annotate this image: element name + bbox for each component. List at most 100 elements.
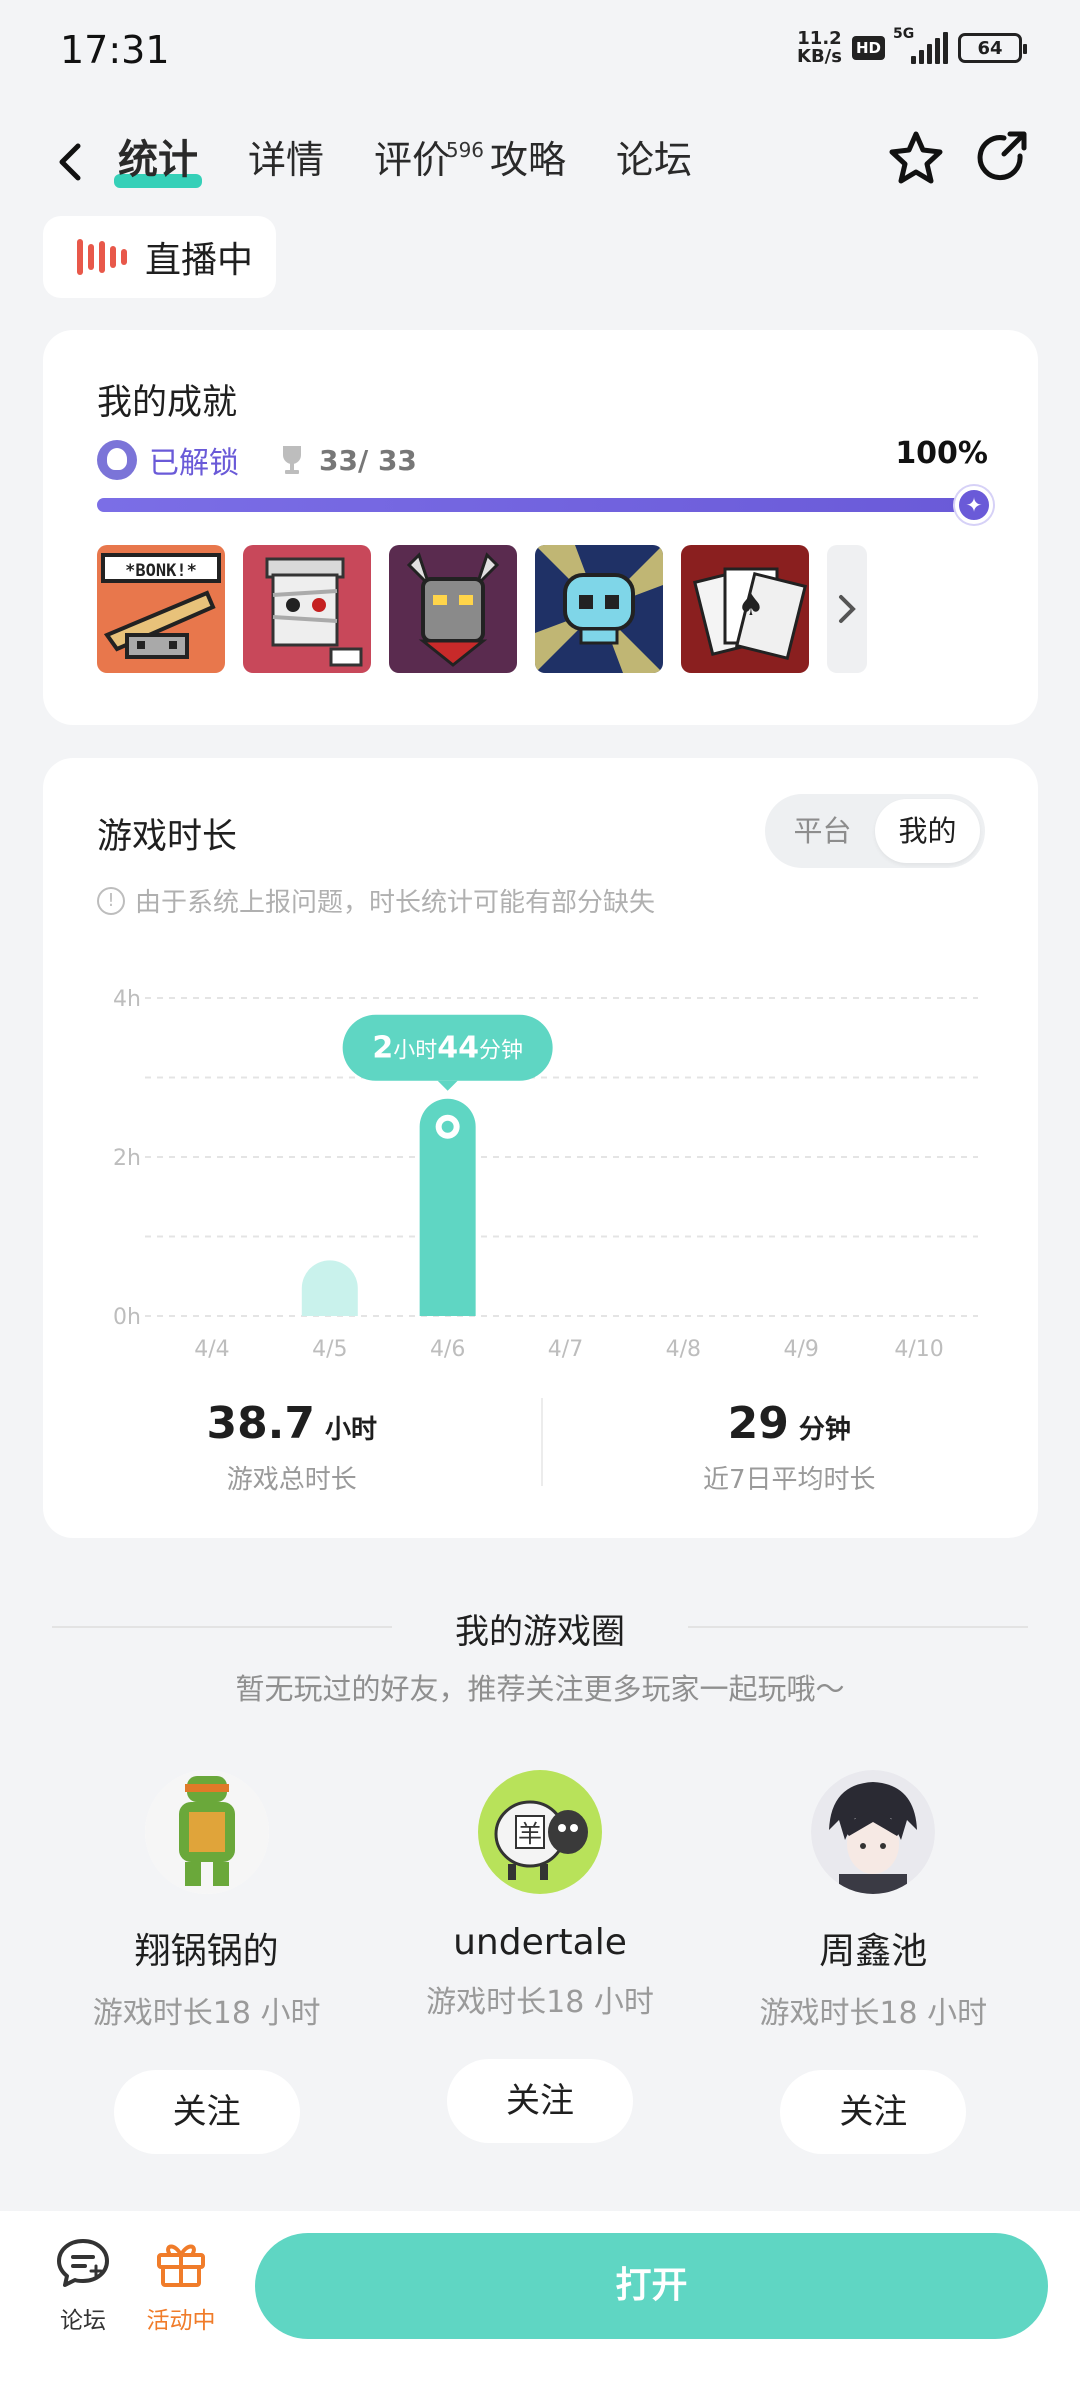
avatar[interactable]: [811, 1770, 936, 1894]
friend-playtime: 游戏时长18 小时: [92, 1996, 321, 2031]
y-tick-label: 0h: [113, 1305, 141, 1330]
chevron-left-icon: [59, 143, 81, 181]
tab-bar: 统计 详情 评价 596 攻略 论坛: [114, 130, 742, 190]
tab-details[interactable]: 详情: [248, 130, 324, 190]
follow-button[interactable]: 关注: [113, 2070, 300, 2154]
svg-text:*BONK!*: *BONK!*: [125, 561, 197, 581]
share-icon: [977, 131, 1027, 181]
avatar[interactable]: 羊: [477, 1770, 602, 1894]
total-playtime-unit: 小时: [325, 1415, 378, 1445]
tab-forum[interactable]: 论坛: [616, 130, 692, 190]
playtime-card: 游戏时长 平台 我的 ! 由于系统上报问题，时长统计可能有部分缺失 0h 2h 4h…: [43, 758, 1038, 1538]
average-playtime: 29 分钟 近7日平均时长: [540, 1398, 1039, 1508]
y-tick-label: 4h: [113, 987, 141, 1012]
follow-button[interactable]: 关注: [780, 2070, 967, 2154]
game-circle-header: 我的游戏圈: [52, 1600, 1028, 1660]
tab-stats[interactable]: 统计: [114, 130, 202, 190]
bonk-badge[interactable]: *BONK!*: [97, 545, 225, 673]
follow-button[interactable]: 关注: [446, 2059, 633, 2143]
ghost-avatar-icon: [97, 440, 137, 480]
forum-shortcut[interactable]: 论坛: [38, 2237, 128, 2335]
bar-tooltip-pointer: [437, 1080, 458, 1091]
toggle-platform[interactable]: 平台: [770, 799, 875, 863]
demon-badge[interactable]: [389, 545, 517, 673]
forum-shortcut-label: 论坛: [60, 2308, 106, 2334]
x-tick-label: 4/7: [548, 1337, 583, 1358]
friend-list: 翔锅锅的 游戏时长18 小时 关注 羊 undertale 游戏时长18 小时 …: [0, 1770, 1080, 2154]
game-circle-subtitle: 暂无玩过的好友，推荐关注更多玩家一起玩哦～: [235, 1672, 845, 1706]
divider: [688, 1626, 1028, 1628]
gift-icon: [157, 2244, 205, 2287]
trophy-icon: [283, 446, 301, 474]
bottom-action-bar: 论坛 活动中 打开: [0, 2211, 1080, 2401]
friend-name: 周鑫池: [819, 1931, 928, 1972]
y-tick-label: 2h: [113, 1146, 141, 1171]
tab-guides[interactable]: 攻略: [490, 130, 566, 190]
bar-marker-dot: [441, 1120, 454, 1133]
svg-text:♠: ♠: [738, 588, 765, 623]
activity-shortcut-label: 活动中: [146, 2308, 216, 2334]
status-bar: 17:31 11.2 KB/s HD 5G 64: [0, 0, 1080, 100]
achievements-meta: 已解锁 33/ 33: [97, 438, 417, 482]
x-tick-label: 4/10: [894, 1337, 943, 1358]
x-tick-label: 4/8: [666, 1337, 701, 1358]
average-playtime-value: 29: [727, 1398, 789, 1449]
star-icon: [889, 131, 943, 184]
review-count-badge: 596: [445, 138, 485, 162]
average-playtime-label: 近7日平均时长: [702, 1465, 876, 1495]
x-tick-label: 4/6: [430, 1337, 465, 1358]
favorite-button[interactable]: [884, 126, 948, 190]
friend-card: 羊 undertale 游戏时长18 小时 关注: [390, 1770, 690, 2154]
friend-card: 周鑫池 游戏时长18 小时 关注: [723, 1770, 1023, 2154]
net-speed: 11.2 KB/s: [797, 28, 842, 67]
tab-reviews[interactable]: 评价 596: [374, 130, 484, 190]
average-playtime-unit: 分钟: [798, 1415, 851, 1445]
sparkle-icon: ✦: [955, 486, 993, 524]
more-badges-button[interactable]: [827, 545, 867, 673]
skull-badge[interactable]: [535, 545, 663, 673]
total-playtime: 38.7 小时 游戏总时长: [43, 1398, 541, 1508]
avatar[interactable]: [144, 1770, 269, 1894]
back-button[interactable]: [50, 132, 100, 192]
playtime-toggle: 平台 我的: [765, 794, 985, 868]
x-tick-label: 4/5: [312, 1337, 347, 1358]
playtime-chart: 0h2h4h4/4 4/52小时44分钟4/6 4/7 4/8 4/9 4/10: [113, 987, 978, 1358]
signal-icon: 5G: [893, 26, 948, 64]
chat-bubble-icon: [57, 2239, 109, 2287]
achievements-card: 我的成就 已解锁 33/ 33 100% ✦ *BONK!* ♠: [43, 330, 1038, 725]
mummy-badge[interactable]: [243, 545, 371, 673]
total-playtime-label: 游戏总时长: [226, 1465, 357, 1495]
game-circle-title: 我的游戏圈: [455, 1612, 625, 1652]
friend-playtime: 游戏时长18 小时: [426, 1985, 654, 2020]
playtime-title: 游戏时长: [97, 817, 238, 857]
friend-playtime: 游戏时长18 小时: [759, 1996, 988, 2031]
top-nav: 统计 详情 评价 596 攻略 论坛: [0, 110, 1080, 210]
achievement-progress-fill: [97, 498, 979, 512]
bar-4-5: [301, 1260, 358, 1316]
achievement-percent: 100%: [895, 436, 988, 471]
status-icons: 11.2 KB/s HD 5G 64: [797, 26, 1027, 67]
achievement-count: 33/ 33: [319, 443, 417, 477]
achievement-badges: *BONK!* ♠: [97, 545, 867, 673]
achievement-progress-bar: ✦: [97, 486, 993, 524]
total-playtime-value: 38.7: [206, 1398, 316, 1449]
activity-shortcut[interactable]: 活动中: [136, 2237, 226, 2335]
chevron-right-icon: [839, 595, 856, 623]
cards-badge[interactable]: ♠: [681, 545, 809, 673]
live-chip[interactable]: 直播中: [43, 216, 276, 298]
friend-name: 翔锅锅的: [134, 1931, 279, 1972]
achievements-title: 我的成就: [97, 383, 238, 423]
friend-name: undertale: [453, 1922, 627, 1963]
live-bars-icon: [77, 239, 127, 275]
playtime-stats: 38.7 小时 游戏总时长 29 分钟 近7日平均时长: [43, 1398, 1038, 1508]
x-tick-label: 4/9: [784, 1337, 819, 1358]
notice-text: 由于系统上报问题，时长统计可能有部分缺失: [135, 888, 656, 918]
x-tick-label: 4/4: [194, 1337, 229, 1358]
share-button[interactable]: [970, 126, 1034, 190]
open-game-button[interactable]: 打开: [255, 2233, 1048, 2339]
hd-icon: HD: [851, 36, 885, 60]
unlocked-label: 已解锁: [149, 446, 239, 481]
toggle-mine[interactable]: 我的: [875, 799, 980, 863]
friend-card: 翔锅锅的 游戏时长18 小时 关注: [57, 1770, 357, 2154]
live-label: 直播中: [145, 240, 254, 281]
